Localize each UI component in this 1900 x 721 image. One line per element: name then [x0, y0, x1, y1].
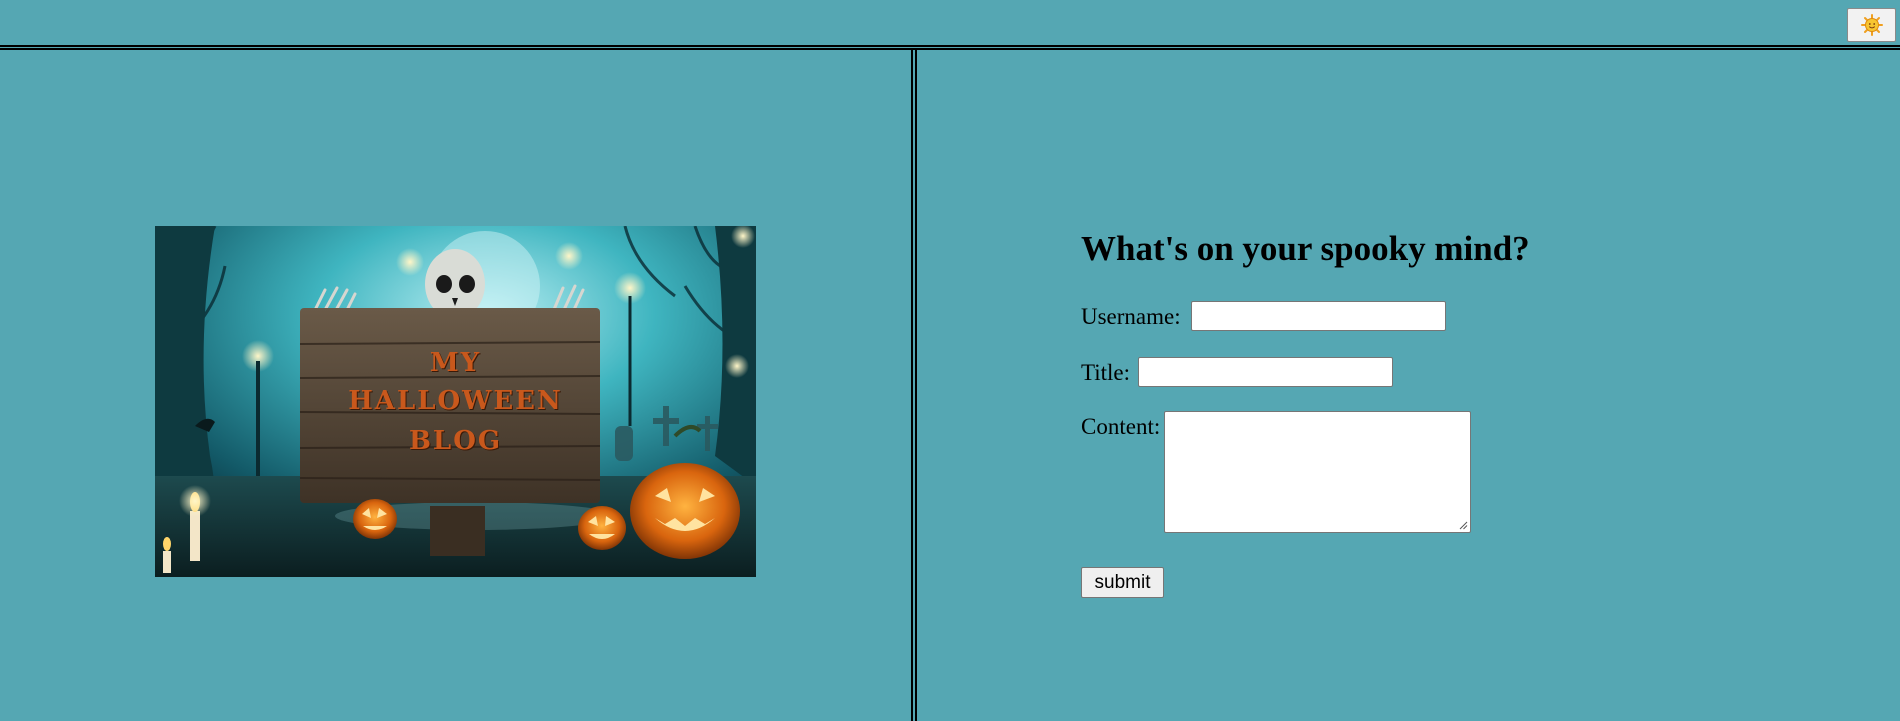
- username-label: Username:: [1081, 304, 1181, 329]
- resize-handle-icon[interactable]: [1458, 520, 1468, 530]
- submit-button[interactable]: submit: [1081, 567, 1164, 598]
- content-textarea[interactable]: [1164, 411, 1471, 533]
- top-bar: [0, 0, 1900, 46]
- username-input[interactable]: [1191, 301, 1446, 331]
- halloween-banner-image: MY HALLOWEEN BLOG: [155, 226, 756, 577]
- form-heading: What's on your spooky mind?: [1081, 229, 1530, 268]
- header-divider: [0, 45, 1900, 50]
- theme-toggle-button[interactable]: [1847, 8, 1896, 42]
- post-form: What's on your spooky mind? Username: Ti…: [1081, 228, 1781, 598]
- sun-face-icon: [1860, 14, 1883, 36]
- column-divider: [911, 50, 917, 721]
- title-input[interactable]: [1138, 357, 1393, 387]
- content-label: Content:: [1081, 414, 1161, 439]
- title-label: Title:: [1081, 360, 1131, 385]
